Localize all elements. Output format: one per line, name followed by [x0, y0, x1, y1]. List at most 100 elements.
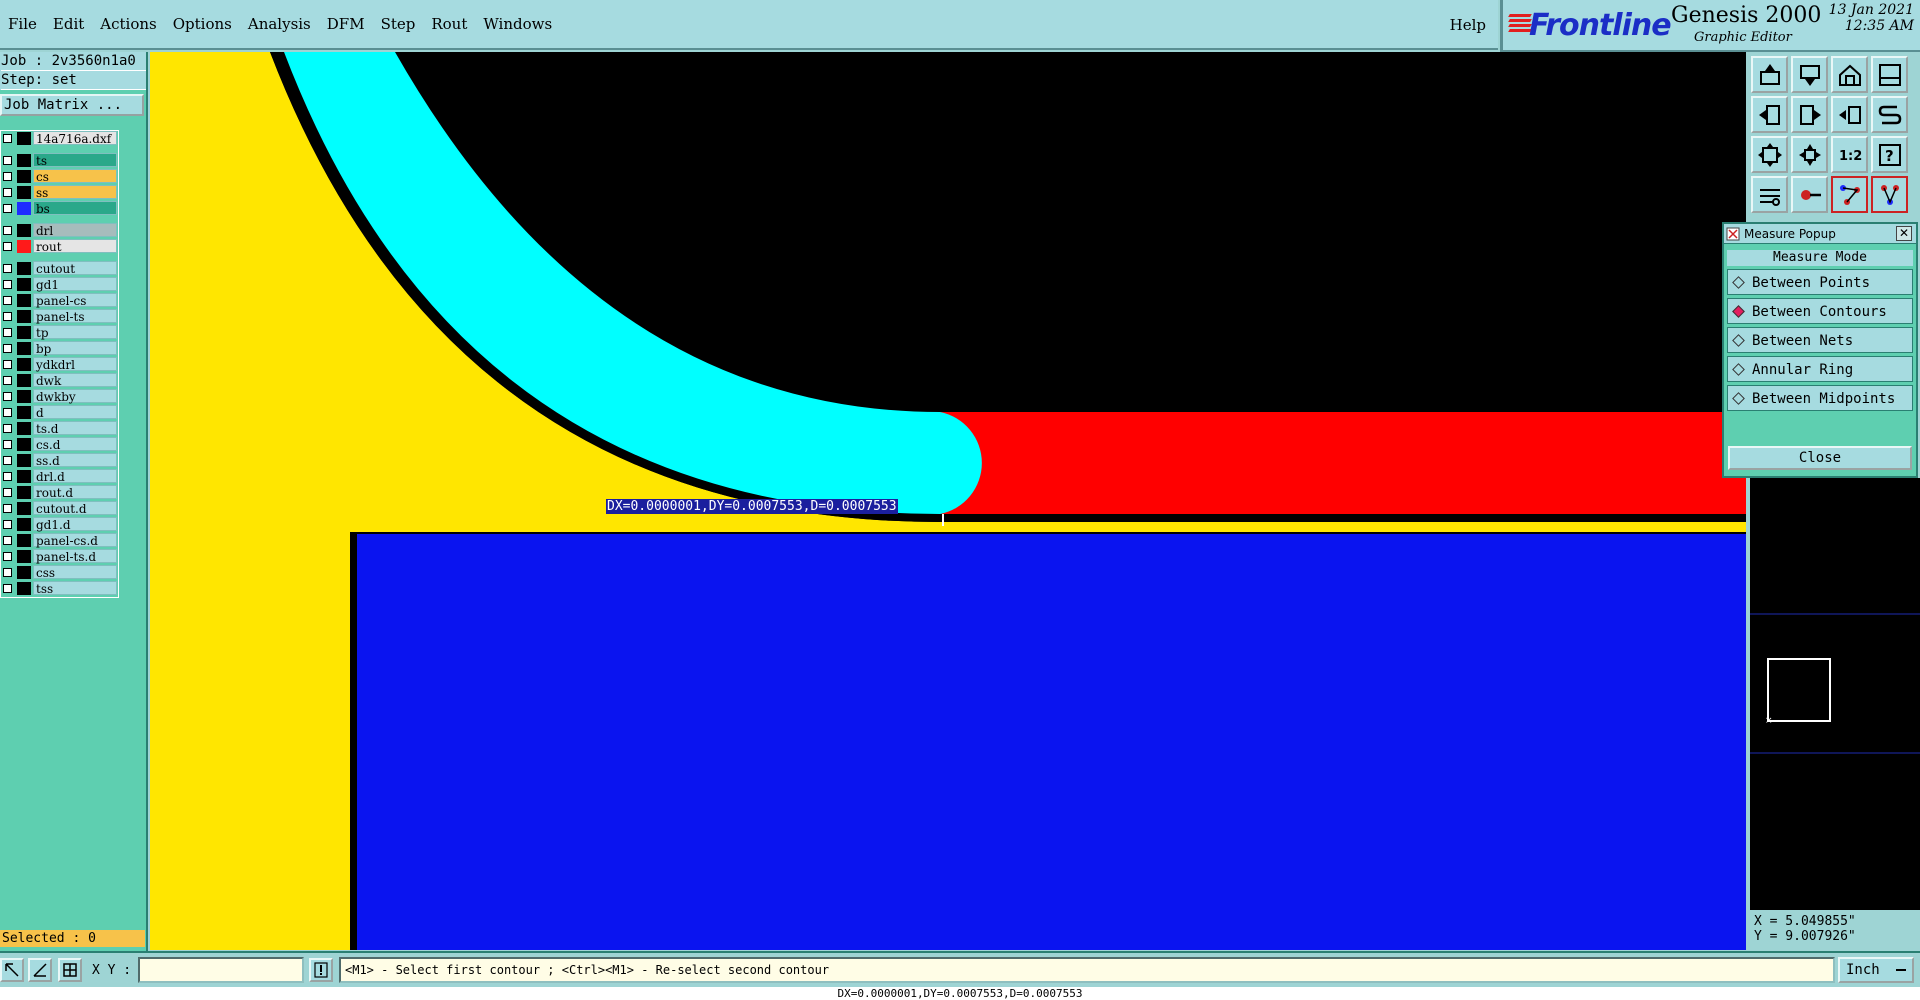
mode-between-nets[interactable]: Between Nets	[1727, 327, 1913, 353]
snap-button[interactable]	[0, 958, 24, 982]
layer-name[interactable]: gd1.d	[33, 517, 117, 532]
layer-checkbox[interactable]	[3, 408, 12, 417]
layer-checkbox[interactable]	[3, 376, 12, 385]
layer-name[interactable]: dwk	[33, 373, 117, 388]
redraw-button[interactable]	[1871, 96, 1908, 133]
layer-row-cs[interactable]: cs	[1, 169, 118, 185]
zoom-in-button[interactable]	[1791, 136, 1828, 173]
layer-name[interactable]: rout	[33, 239, 117, 254]
layer-row[interactable]: rout.d	[1, 485, 118, 501]
layer-checkbox[interactable]	[3, 568, 12, 577]
menu-rout[interactable]: Rout	[431, 15, 467, 33]
measure-snap-button[interactable]	[28, 958, 52, 982]
layer-name[interactable]: cs	[33, 169, 117, 184]
mirror-view-button[interactable]	[1831, 96, 1868, 133]
menu-help[interactable]: Help	[1450, 16, 1486, 34]
menu-windows[interactable]: Windows	[483, 15, 552, 33]
layer-checkbox[interactable]	[3, 440, 12, 449]
layer-name[interactable]: panel-cs.d	[33, 533, 117, 548]
overview-map[interactable]: ×	[1750, 478, 1920, 910]
view-window-frame[interactable]	[1767, 658, 1831, 722]
menu-edit[interactable]: Edit	[53, 15, 84, 33]
layer-name[interactable]: panel-cs	[33, 293, 117, 308]
layer-row[interactable]: dwk	[1, 373, 118, 389]
layer-checkbox[interactable]	[3, 392, 12, 401]
layer-row[interactable]: cs.d	[1, 437, 118, 453]
grid-button[interactable]	[58, 958, 82, 982]
layer-name[interactable]: ss.d	[33, 453, 117, 468]
layer-row[interactable]: panel-cs	[1, 293, 118, 309]
layer-name[interactable]: cutout	[33, 261, 117, 276]
menu-dfm[interactable]: DFM	[327, 15, 365, 33]
layer-checkbox[interactable]	[3, 204, 12, 213]
layer-name[interactable]: cutout.d	[33, 501, 117, 516]
layer-name[interactable]: d	[33, 405, 117, 420]
mode-annular-ring[interactable]: Annular Ring	[1727, 356, 1913, 382]
layer-checkbox[interactable]	[3, 328, 12, 337]
pan-right-button[interactable]	[1791, 96, 1828, 133]
layer-checkbox[interactable]	[3, 520, 12, 529]
mode-between-points[interactable]: Between Points	[1727, 269, 1913, 295]
layer-row[interactable]: tp	[1, 325, 118, 341]
net-tool-button[interactable]	[1831, 176, 1868, 213]
layer-row[interactable]: gd1	[1, 277, 118, 293]
layer-checkbox[interactable]	[3, 296, 12, 305]
layer-checkbox[interactable]	[3, 584, 12, 593]
layer-checkbox[interactable]	[3, 504, 12, 513]
layer-row[interactable]: tss	[1, 581, 118, 597]
layer-name[interactable]: cs.d	[33, 437, 117, 452]
layer-row[interactable]: drl.d	[1, 469, 118, 485]
window-view-button[interactable]	[1871, 56, 1908, 93]
layer-checkbox[interactable]	[3, 360, 12, 369]
graphic-canvas[interactable]: DX=0.0000001,DY=0.0007553,D=0.0007553	[150, 52, 1746, 950]
layer-checkbox[interactable]	[3, 172, 12, 181]
job-matrix-button[interactable]: Job Matrix ...	[0, 94, 144, 116]
layer-name[interactable]: tss	[33, 581, 117, 596]
window-menu-icon[interactable]	[1726, 227, 1740, 241]
layer-row[interactable]: css	[1, 565, 118, 581]
layer-name[interactable]: ts.d	[33, 421, 117, 436]
net-compare-button[interactable]	[1871, 176, 1908, 213]
layer-row[interactable]: ydkdrl	[1, 357, 118, 373]
layer-checkbox[interactable]	[3, 264, 12, 273]
layer-name[interactable]: drl	[33, 223, 117, 238]
tools-button[interactable]	[1751, 176, 1788, 213]
layer-row-ss[interactable]: ss	[1, 185, 118, 201]
zoom-fit-button[interactable]	[1751, 136, 1788, 173]
help-tool-button[interactable]: ?	[1871, 136, 1908, 173]
layer-checkbox[interactable]	[3, 226, 12, 235]
xy-input[interactable]	[138, 957, 304, 983]
layer-name[interactable]: gd1	[33, 277, 117, 292]
mode-between-contours[interactable]: Between Contours	[1727, 298, 1913, 324]
layer-row-drl[interactable]: drl	[1, 223, 118, 239]
layer-checkbox[interactable]	[3, 424, 12, 433]
layer-checkbox[interactable]	[3, 456, 12, 465]
menu-options[interactable]: Options	[173, 15, 232, 33]
layer-name[interactable]: dwkby	[33, 389, 117, 404]
layer-name[interactable]: ydkdrl	[33, 357, 117, 372]
layer-row[interactable]: d	[1, 405, 118, 421]
mode-between-midpoints[interactable]: Between Midpoints	[1727, 385, 1913, 411]
layer-row-rout[interactable]: rout	[1, 239, 118, 255]
layer-row[interactable]: bp	[1, 341, 118, 357]
layer-row-bs[interactable]: bs	[1, 201, 118, 217]
layer-name[interactable]: bp	[33, 341, 117, 356]
measure-tool-button[interactable]	[1791, 176, 1828, 213]
popup-close-button[interactable]: Close	[1728, 446, 1912, 470]
home-down-button[interactable]	[1791, 56, 1828, 93]
layer-name[interactable]: panel-ts.d	[33, 549, 117, 564]
menu-step[interactable]: Step	[381, 15, 416, 33]
layer-name[interactable]: rout.d	[33, 485, 117, 500]
layer-row[interactable]: gd1.d	[1, 517, 118, 533]
layer-checkbox[interactable]	[3, 472, 12, 481]
close-icon[interactable]: ✕	[1896, 226, 1912, 241]
layer-name[interactable]: css	[33, 565, 117, 580]
popup-titlebar[interactable]: Measure Popup ✕	[1724, 224, 1916, 244]
layer-row-ts[interactable]: ts	[1, 153, 118, 169]
layer-row[interactable]: panel-ts	[1, 309, 118, 325]
layer-row[interactable]: cutout.d	[1, 501, 118, 517]
menu-actions[interactable]: Actions	[100, 15, 156, 33]
menu-file[interactable]: File	[8, 15, 37, 33]
layer-checkbox[interactable]	[3, 488, 12, 497]
alert-button[interactable]	[309, 958, 333, 982]
